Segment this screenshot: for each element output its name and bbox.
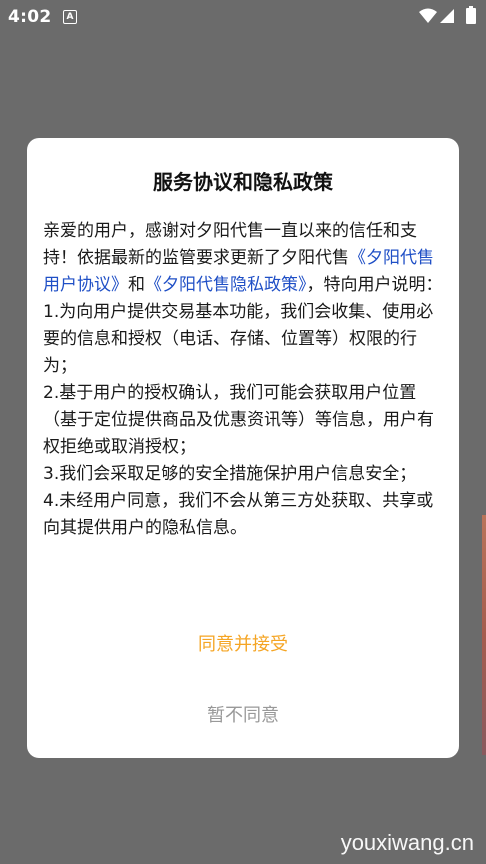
decline-button[interactable]: 暂不同意	[27, 701, 459, 727]
signal-icon	[440, 9, 454, 23]
dialog-title: 服务协议和隐私政策	[153, 170, 333, 194]
policy-item-2: 2.基于用户的授权确认，我们可能会获取用户位置（基于定位提供商品及优惠资讯等）等…	[43, 383, 434, 457]
watermark: youxiwang.cn	[340, 830, 474, 855]
agree-button[interactable]: 同意并接受	[27, 630, 459, 656]
policy-item-1: 1.为向用户提供交易基本功能，我们会收集、使用必要的信息和授权（电话、存储、位置…	[43, 302, 434, 376]
privacy-dialog: 服务协议和隐私政策 亲爱的用户，感谢对夕阳代售一直以来的信任和支持！依据最新的监…	[27, 138, 459, 758]
wifi-icon	[419, 8, 437, 23]
background-edge	[482, 515, 486, 755]
notification-a-icon: A	[63, 10, 77, 24]
intro-text-2: ，特向用户说明：	[306, 275, 443, 295]
battery-icon	[466, 6, 476, 24]
and-text: 和	[128, 275, 145, 295]
intro-paragraph: 亲爱的用户，感谢对夕阳代售一直以来的信任和支持！依据最新的监管要求更新了夕阳代售…	[43, 218, 443, 299]
status-bar: 4:02 A	[0, 0, 486, 34]
status-time: 4:02	[8, 7, 52, 27]
dialog-body: 亲爱的用户，感谢对夕阳代售一直以来的信任和支持！依据最新的监管要求更新了夕阳代售…	[43, 218, 443, 542]
privacy-policy-link[interactable]: 《夕阳代售隐私政策》	[145, 275, 307, 295]
policy-item-4: 4.未经用户同意，我们不会从第三方处获取、共享或向其提供用户的隐私信息。	[43, 491, 434, 538]
policy-item-3: 3.我们会采取足够的安全措施保护用户信息安全；	[43, 464, 417, 484]
